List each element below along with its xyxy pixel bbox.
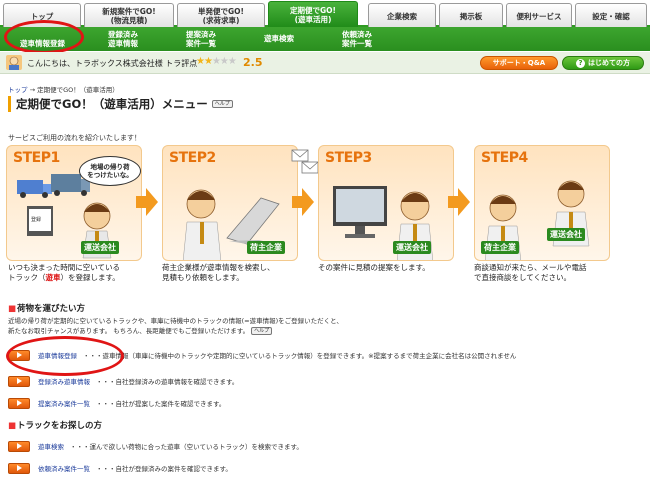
user-status-bar: こんにちは、トラボックス株式会社様 トラ評点 ★★★★★ 2.5 サポート・Q&… xyxy=(0,52,650,74)
step3-illustration xyxy=(333,186,434,260)
step2-caption: 荷主企業様が遊車情報を検索し、 見積もり依頼をします。 xyxy=(162,263,312,283)
intro-text: サービスご利用の流れを紹介いたします！ xyxy=(8,134,141,142)
step4-role-badge-shipper: 荷主企業 xyxy=(481,241,519,254)
step4-caption-line2: で直接商談をしてください。 xyxy=(474,273,572,282)
link-requested-cases[interactable]: 依頼済み案件一覧 xyxy=(38,463,90,473)
breadcrumb-current: 定期便でGO！（遊車活用） xyxy=(37,86,119,94)
page-title-row: 定期便でGO！（遊車活用）メニュー ヘルプ xyxy=(8,95,233,113)
step-arrow-2 xyxy=(302,188,314,216)
play-arrow-icon[interactable] xyxy=(8,462,30,474)
tab-single-trip[interactable]: 単発便でGO! (求荷求車) xyxy=(177,3,265,28)
question-icon: ? xyxy=(576,58,585,68)
envelope-icon xyxy=(291,149,319,174)
play-arrow-icon[interactable] xyxy=(8,397,30,409)
section-desc-line2: 新たなお取引チャンスがあります。 もちろん、長距離便でもご登録いただけます。 xyxy=(8,327,250,335)
tab-new-case[interactable]: 新規案件でGO! (物流見積) xyxy=(84,3,174,28)
sub-navigation: 遊車情報登録 ヘルプ 登録済み 遊車情報 提案済み 案件一覧 遊車検索 依頼済み… xyxy=(0,27,650,66)
section-find-truck-title: ■トラックをお探しの方 xyxy=(8,419,102,431)
menu-row-registered-vehicles: 登録済み遊車情報 ・・・自社登録済みの遊車情報を確認できます。 xyxy=(8,375,238,387)
step1-caption-line2b: ）を登録します。 xyxy=(60,273,120,282)
section-ship-cargo-title: ■荷物を運びたい方 xyxy=(8,302,85,314)
step1-speech-bubble: 地場の帰り荷 をつけたいな。 xyxy=(79,156,141,186)
rating-score: 2.5 xyxy=(243,56,263,69)
row-desc-proposed-cases: ・・・自社が提案した案件を確認できます。 xyxy=(96,400,226,408)
subnav-registered-vehicles[interactable]: 登録済み 遊車情報 xyxy=(108,30,138,48)
rating-stars: ★★★★★ xyxy=(196,56,237,67)
support-qa-button[interactable]: サポート・Q&A xyxy=(480,56,558,70)
support-qa-label: サポート・Q&A xyxy=(492,59,546,67)
step1-caption: いつも決まった時間に空いている トラック（遊車）を登録します。 xyxy=(8,263,158,283)
step-arrow-3-tail xyxy=(448,196,458,208)
section-ship-cargo-desc: 近場の帰り荷が定期的に空いているトラックや、車庫に待機中のトラックの情報(=遊車… xyxy=(8,316,343,336)
row-desc-requested-cases: ・・・自社が登録済みの案件を確認できます。 xyxy=(96,465,232,473)
breadcrumb-home-link[interactable]: トップ xyxy=(8,86,28,94)
section-find-truck-label: トラックをお探しの方 xyxy=(17,421,103,431)
annotation-circle xyxy=(4,20,84,54)
first-time-guide-button[interactable]: ? はじめての方 xyxy=(562,56,644,70)
tab-company-search[interactable]: 企業検索 xyxy=(368,3,436,28)
step-arrow-1-tail xyxy=(136,196,146,208)
tab-regular-trip[interactable]: 定期便でGO! (遊車活用) xyxy=(268,1,358,28)
stars-filled: ★★ xyxy=(196,56,213,67)
step1-caption-highlight: 遊車 xyxy=(45,273,61,282)
step2-panel: STEP2 荷主企業 xyxy=(162,145,298,261)
step3-panel: STEP3 運送会社 xyxy=(318,145,454,261)
user-avatar-icon xyxy=(6,55,22,70)
step3-role-badge: 運送会社 xyxy=(393,241,431,254)
step4-role-badge-carrier: 運送会社 xyxy=(547,228,585,241)
step4-caption: 商談通知が来たら、メールや電話 で直接商談をしてください。 xyxy=(474,263,624,283)
step-arrow-2-tail xyxy=(292,196,302,208)
svg-text:登録: 登録 xyxy=(31,216,41,223)
menu-row-vehicle-search: 遊車検索 ・・・運んで欲しい荷物に合った遊車（空いているトラック）を検索できます… xyxy=(8,440,303,452)
breadcrumb-separator: → xyxy=(29,86,36,94)
breadcrumb: トップ → 定期便でGO！（遊車活用） xyxy=(8,84,119,94)
menu-row-proposed-cases: 提案済み案件一覧 ・・・自社が提案した案件を確認できます。 xyxy=(8,397,225,409)
step1-caption-line2a: トラック（ xyxy=(8,273,46,282)
step4-panel: STEP4 運送会社 荷主企業 xyxy=(474,145,610,261)
play-arrow-icon[interactable] xyxy=(8,375,30,387)
title-help-badge[interactable]: ヘルプ xyxy=(211,100,233,108)
menu-row-requested-cases: 依頼済み案件一覧 ・・・自社が登録済みの案件を確認できます。 xyxy=(8,462,232,474)
section-ship-cargo-label: 荷物を運びたい方 xyxy=(17,304,86,314)
link-vehicle-search[interactable]: 遊車検索 xyxy=(38,441,64,451)
step1-panel: STEP1 登録 地場の帰り荷 をつけたいな。 運送会社 xyxy=(6,145,142,261)
step2-role-badge: 荷主企業 xyxy=(247,241,285,254)
section-marker-icon: ■ xyxy=(8,304,17,314)
section-desc-line1: 近場の帰り荷が定期的に空いているトラックや、車庫に待機中のトラックの情報(=遊車… xyxy=(8,317,343,325)
tab-useful-services[interactable]: 便利サービス xyxy=(506,3,572,28)
row-desc-register-vehicle: ・・・遊車情報（車庫に待機中のトラックや定期的に空いているトラック情報）を登録で… xyxy=(83,352,517,360)
step2-caption-line1: 荷主企業様が遊車情報を検索し、 xyxy=(162,263,275,272)
top-tab-bar: トップ 新規案件でGO! (物流見積) 単発便でGO! (求荷求車) 定期便でG… xyxy=(0,0,650,28)
step1-role-badge: 運送会社 xyxy=(81,241,119,254)
row-desc-vehicle-search: ・・・運んで欲しい荷物に合った遊車（空いているトラック）を検索できます。 xyxy=(70,443,303,451)
step3-caption-line1: その案件に見積の提案をします。 xyxy=(318,263,430,272)
link-proposed-cases[interactable]: 提案済み案件一覧 xyxy=(38,398,90,408)
annotation-circle xyxy=(6,336,124,376)
step-arrow-3 xyxy=(458,188,470,216)
row-desc-registered-vehicles: ・・・自社登録済みの遊車情報を確認できます。 xyxy=(96,378,239,386)
subnav-requested-cases[interactable]: 依頼済み 案件一覧 xyxy=(342,30,372,48)
subnav-vehicle-search[interactable]: 遊車検索 xyxy=(264,34,294,43)
stars-empty: ★★★ xyxy=(211,56,237,67)
subnav-proposed-cases[interactable]: 提案済み 案件一覧 xyxy=(186,30,216,48)
tab-settings[interactable]: 設定・確認 xyxy=(575,3,647,28)
step-arrow-1 xyxy=(146,188,158,216)
title-accent-bar xyxy=(8,96,11,112)
step2-caption-line2: 見積もり依頼をします。 xyxy=(162,273,244,282)
section-help-badge[interactable]: ヘルプ xyxy=(251,327,273,335)
tab-bulletin-board[interactable]: 掲示板 xyxy=(439,3,503,28)
greeting-text: こんにちは、トラボックス株式会社様 トラ評点 xyxy=(27,59,198,68)
step1-caption-line1: いつも決まった時間に空いている xyxy=(8,263,120,272)
first-time-guide-label: はじめての方 xyxy=(588,59,630,67)
step3-caption: その案件に見積の提案をします。 xyxy=(318,263,468,273)
page-title: 定期便でGO！（遊車活用）メニュー xyxy=(16,97,208,111)
section-marker-icon: ■ xyxy=(8,421,17,431)
link-registered-vehicles[interactable]: 登録済み遊車情報 xyxy=(38,376,90,386)
play-arrow-icon[interactable] xyxy=(8,440,30,452)
step4-caption-line1: 商談通知が来たら、メールや電話 xyxy=(474,263,587,272)
